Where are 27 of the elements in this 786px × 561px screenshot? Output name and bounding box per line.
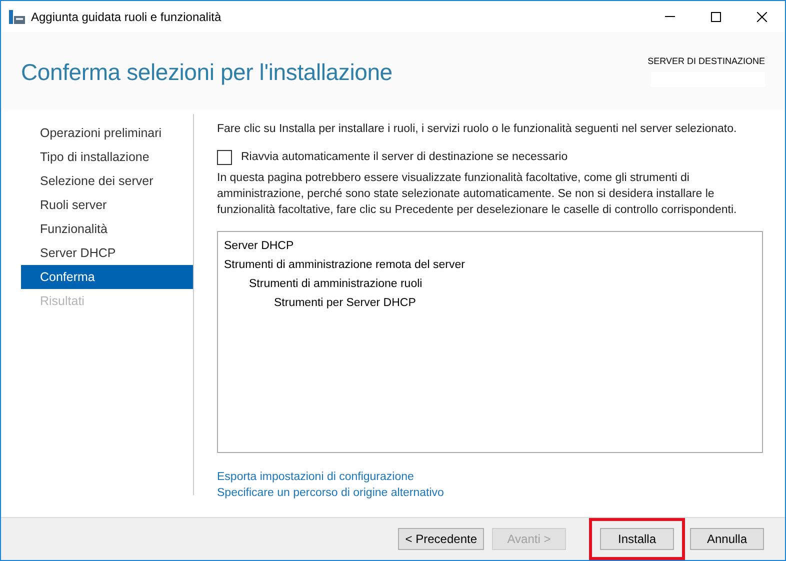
wizard-step[interactable]: Ruoli server [21,193,193,217]
restart-checkbox[interactable] [217,150,232,164]
wizard-step[interactable]: Funzionalità [21,217,193,241]
wizard-button[interactable]: Annulla [690,528,764,550]
server-manager-icon [9,10,25,24]
selection-item: Strumenti per Server DHCP [273,296,417,311]
wizard-step[interactable]: Tipo di installazione [21,145,193,169]
wizard-button[interactable]: < Precedente [398,528,484,550]
intro-text: Fare clic su Installa per installare i ruoli, i servizi ruolo o le funzionalità seguenti nel server selezionato. [217,122,738,137]
link[interactable]: Esporta impostazioni di configurazione [217,469,414,485]
target-server-label: SERVER DI DESTINAZIONE [648,56,765,66]
wizard-step[interactable]: Server DHCP [21,241,193,265]
minimize-icon [665,16,675,17]
selection-item: Server DHCP [224,239,295,254]
wizard-step[interactable]: Selezione dei server [21,169,193,193]
window-title: Aggiunta guidata ruoli e funzionalità [31,10,222,24]
maximize-icon [711,12,721,22]
close-icon [757,12,767,22]
restart-label: Riavvia automaticamente il server di destinazione se necessario [241,150,568,165]
link[interactable]: Specificare un percorso di origine alternativo [217,485,444,501]
selection-item: Strumenti di amministrazione remota del server [224,258,466,273]
wizard-step[interactable]: Conferma [21,265,193,289]
wizard-button[interactable]: Installa [600,528,674,550]
page-title: Conferma selezioni per l'installazione [21,59,392,87]
wizard-step[interactable]: Operazioni preliminari [21,121,193,145]
note-text: In questa pagina potrebbero essere visualizzate funzionalità facoltative, come gli strumenti di amministrazione, perché sono state selezionate automaticamente. Se non si desidera installare le funzionalità facoltative, fare clic su Precedente per deselezionare le caselle di controllo corrispondenti. [217,171,738,218]
selection-item: Strumenti di amministrazione ruoli [248,277,424,292]
